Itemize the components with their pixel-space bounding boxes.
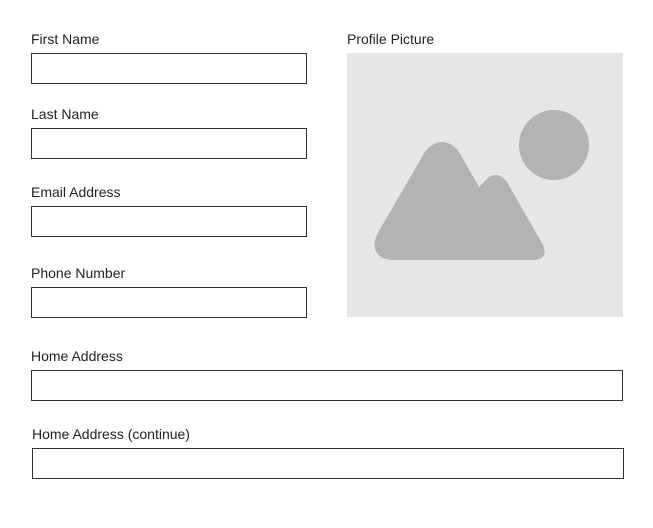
first-name-input[interactable] [31, 53, 307, 84]
image-placeholder-icon [374, 110, 589, 260]
first-name-label: First Name [31, 31, 100, 47]
mountains-shape [374, 142, 545, 260]
profile-picture-label: Profile Picture [347, 31, 435, 47]
home-address-2-input[interactable] [32, 448, 624, 479]
profile-picture-upload[interactable] [347, 53, 623, 317]
phone-label: Phone Number [31, 265, 126, 281]
last-name-label: Last Name [31, 106, 99, 122]
sun-shape [519, 110, 589, 180]
phone-input[interactable] [31, 287, 307, 318]
home-address-label: Home Address [31, 348, 123, 364]
email-input[interactable] [31, 206, 307, 237]
last-name-input[interactable] [31, 128, 307, 159]
home-address-input[interactable] [31, 370, 623, 401]
email-label: Email Address [31, 184, 121, 200]
home-address-2-label: Home Address (continue) [32, 426, 190, 442]
